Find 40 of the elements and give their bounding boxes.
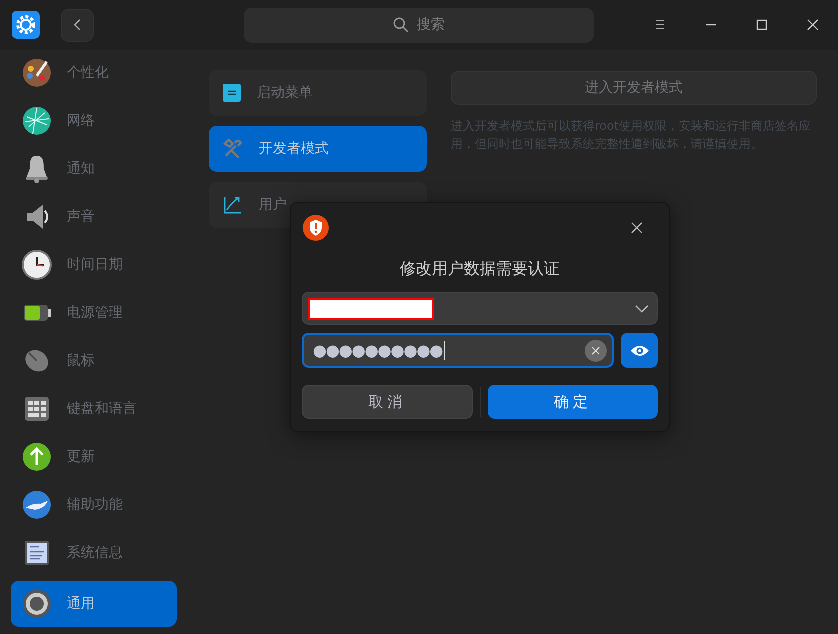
search-icon <box>393 17 409 33</box>
gear-icon <box>12 11 40 39</box>
chart-icon <box>223 195 243 215</box>
sidebar-item[interactable]: 通用 <box>11 581 177 627</box>
menu-list-icon <box>223 84 241 102</box>
enter-developer-mode-button[interactable]: 进入开发者模式 <box>451 71 817 105</box>
chevron-down-icon <box>635 304 649 312</box>
close-icon[interactable] <box>806 18 820 32</box>
sidebar-item[interactable]: 键盘和语言 <box>11 386 177 432</box>
search-field[interactable]: 搜索 <box>244 8 594 42</box>
gear-icon <box>21 588 53 620</box>
dialog-title: 修改用户数据需要认证 <box>399 259 561 280</box>
sidebar-item[interactable]: 鼠标 <box>11 338 177 384</box>
sidebar-item[interactable]: 时间日期 <box>11 242 177 288</box>
sidebar-item[interactable]: 声音 <box>11 194 177 240</box>
sidebar-item[interactable]: 更新 <box>11 434 177 480</box>
sidebar-item[interactable]: 个性化 <box>11 50 177 96</box>
chevron-left-icon <box>72 19 82 31</box>
globe-icon <box>21 105 53 137</box>
sidebar-item[interactable]: 网络 <box>11 98 177 144</box>
sidebar-item[interactable]: 系统信息 <box>11 530 177 576</box>
shield-icon <box>303 215 329 241</box>
back-button[interactable] <box>61 8 94 42</box>
password-field[interactable]: ●●●●●●●●●● <box>302 333 614 368</box>
clock-icon <box>21 249 53 281</box>
show-password-button[interactable] <box>621 333 658 368</box>
palette-icon <box>21 57 53 89</box>
submenu-item[interactable]: 启动菜单 <box>209 70 427 116</box>
sidebar-item[interactable]: 辅助功能 <box>11 482 177 528</box>
confirm-button[interactable]: 确定 <box>488 385 658 419</box>
menu-icon[interactable] <box>653 18 667 32</box>
maximize-icon[interactable] <box>755 18 769 32</box>
eye-icon <box>630 344 650 356</box>
cancel-button[interactable]: 取消 <box>302 385 472 419</box>
user-dropdown[interactable] <box>302 292 658 325</box>
close-icon[interactable] <box>630 221 644 235</box>
sidebar-item[interactable]: 电源管理 <box>11 290 177 336</box>
submenu-item[interactable]: 开发者模式 <box>209 126 427 172</box>
sidebar-item[interactable]: 通知 <box>11 146 177 192</box>
clear-icon[interactable] <box>585 340 607 362</box>
